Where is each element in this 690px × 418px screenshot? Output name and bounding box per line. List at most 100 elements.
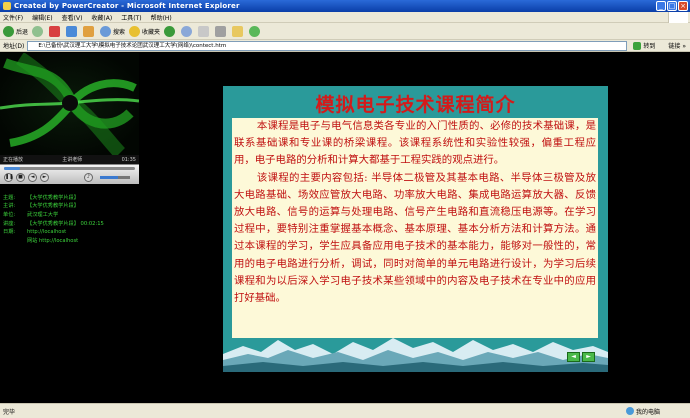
refresh-icon bbox=[66, 25, 78, 37]
menu-favorites[interactable]: 收藏(A) bbox=[91, 13, 112, 22]
slide-paragraph-1: 本课程是电子与电气信息类各专业的入门性质的、必修的技术基础课，是联系基础课和专业… bbox=[234, 120, 596, 167]
mountain-graphic bbox=[223, 338, 608, 372]
seek-bar[interactable] bbox=[4, 167, 135, 170]
address-label: 地址(D) bbox=[3, 43, 25, 50]
left-player-pane: 正在播放 主讲老师 01:35 ❚❚ ■ ◄ ► ♪ 主题: 【大学优秀教学片段… bbox=[0, 53, 139, 403]
back-arrow-icon bbox=[3, 25, 14, 37]
menu-help[interactable]: 帮助(H) bbox=[151, 13, 172, 22]
print-icon bbox=[215, 25, 227, 37]
info-row: 单位: 武汉理工大学 bbox=[3, 210, 137, 219]
refresh-button[interactable] bbox=[66, 25, 79, 37]
info-key: 主讲: bbox=[3, 203, 16, 210]
address-input[interactable]: E:\已备份\武汉理工大学\模拟电子技术论团武汉理工大学(网络)\contect… bbox=[27, 40, 628, 51]
back-label: 后退 bbox=[16, 28, 29, 36]
home-button[interactable] bbox=[83, 25, 96, 37]
window-title: Created by PowerCreator - Microsoft Inte… bbox=[14, 2, 240, 10]
folder-button[interactable] bbox=[232, 25, 245, 37]
window-titlebar: Created by PowerCreator - Microsoft Inte… bbox=[0, 0, 690, 12]
info-link[interactable]: 网站 http://localhost bbox=[27, 237, 78, 244]
minimize-button[interactable]: _ bbox=[656, 1, 666, 11]
stop-button[interactable] bbox=[49, 25, 62, 37]
visualization-graphic bbox=[0, 53, 139, 155]
info-value: 【大学优秀教学片段】 bbox=[27, 203, 79, 210]
volume-slider[interactable] bbox=[100, 176, 130, 179]
messenger-button[interactable] bbox=[249, 25, 262, 37]
stop-player-button[interactable]: ■ bbox=[16, 173, 25, 182]
next-button[interactable]: ► bbox=[40, 173, 49, 182]
maximize-button[interactable]: □ bbox=[667, 1, 677, 11]
go-arrow-icon bbox=[633, 41, 642, 50]
history-button[interactable] bbox=[181, 25, 194, 37]
info-row: 网站 http://localhost bbox=[3, 236, 137, 245]
player-lecturer-text: 主讲老师 bbox=[62, 157, 83, 163]
slide-text-box: 本课程是电子与电气信息类各专业的入门性质的、必修的技术基础课，是联系基础课和专业… bbox=[232, 118, 598, 338]
menu-view[interactable]: 查看(V) bbox=[62, 13, 83, 22]
messenger-icon bbox=[249, 25, 261, 37]
security-zone: 我的电脑 bbox=[625, 407, 660, 416]
history-icon bbox=[181, 25, 193, 37]
go-button[interactable]: 转到 bbox=[633, 41, 655, 50]
forward-button[interactable] bbox=[32, 25, 45, 37]
folder-icon bbox=[232, 25, 244, 37]
home-icon bbox=[83, 25, 95, 37]
status-bar: 完毕 我的电脑 bbox=[0, 403, 690, 418]
info-key: 讲座: bbox=[3, 220, 16, 227]
info-row: 主讲: 【大学优秀教学片段】 bbox=[3, 202, 137, 211]
search-icon bbox=[100, 25, 112, 37]
slide-paragraph-2: 该课程的主要内容包括: 半导体二极管及其基本电路、半导体三极管及放大电路基础、场… bbox=[234, 171, 596, 305]
search-label: 搜索 bbox=[113, 28, 126, 36]
ie-app-icon bbox=[3, 2, 11, 10]
standard-toolbar: 后退 搜索 收藏夹 bbox=[0, 23, 690, 40]
info-value: 武汉理工大学 bbox=[27, 211, 59, 218]
windows-logo-icon bbox=[668, 12, 688, 23]
info-key: 单位: bbox=[3, 211, 16, 218]
info-key: 日期: bbox=[3, 229, 16, 236]
slide-title: 模拟电子技术课程简介 bbox=[315, 94, 516, 116]
back-button[interactable]: 后退 bbox=[3, 25, 29, 37]
menu-tools[interactable]: 工具(T) bbox=[121, 13, 141, 22]
search-button[interactable]: 搜索 bbox=[100, 25, 126, 37]
menu-edit[interactable]: 编辑(E) bbox=[32, 13, 52, 22]
content-pane: 模拟电子技术课程简介 本课程是电子与电气信息类各专业的入门性质的、必修的技术基础… bbox=[139, 53, 690, 403]
info-row: 讲座: 【大学优秀教学片段】 00:02:15 bbox=[3, 219, 137, 228]
stop-icon bbox=[49, 25, 61, 37]
star-icon bbox=[129, 25, 141, 37]
forward-arrow-icon bbox=[32, 25, 44, 37]
info-key: 主题: bbox=[3, 194, 16, 201]
player-status-text: 正在播放 bbox=[3, 157, 24, 163]
info-row: 日期: http://localhost bbox=[3, 227, 137, 236]
media-button[interactable] bbox=[164, 25, 177, 37]
links-button[interactable]: 链接 » bbox=[668, 41, 686, 50]
lecture-info: 主题: 【大学优秀教学片段】 主讲: 【大学优秀教学片段】 单位: 武汉理工大学… bbox=[3, 193, 137, 245]
mail-button[interactable] bbox=[198, 25, 211, 37]
info-value: 【大学优秀教学片段】 00:02:15 bbox=[27, 220, 104, 227]
slide-next-button[interactable]: ► bbox=[582, 352, 595, 362]
menu-bar: 文件(F) 编辑(E) 查看(V) 收藏(A) 工具(T) 帮助(H) bbox=[0, 12, 690, 23]
video-display[interactable] bbox=[0, 53, 139, 155]
volume-level bbox=[100, 176, 118, 179]
player-status-bar: 正在播放 主讲老师 01:35 bbox=[0, 155, 139, 164]
computer-icon bbox=[625, 407, 634, 415]
player-time: 01:35 bbox=[121, 156, 136, 163]
print-button[interactable] bbox=[215, 25, 228, 37]
slide: 模拟电子技术课程简介 本课程是电子与电气信息类各专业的入门性质的、必修的技术基础… bbox=[223, 86, 608, 372]
pause-button[interactable]: ❚❚ bbox=[4, 173, 13, 182]
info-link[interactable]: http://localhost bbox=[27, 229, 66, 235]
media-icon bbox=[164, 25, 176, 37]
prev-button[interactable]: ◄ bbox=[28, 173, 37, 182]
favorites-button[interactable]: 收藏夹 bbox=[129, 25, 161, 37]
seek-progress bbox=[4, 167, 20, 170]
address-bar: 地址(D) E:\已备份\武汉理工大学\模拟电子技术论团武汉理工大学(网络)\c… bbox=[0, 40, 690, 52]
player-controls: ❚❚ ■ ◄ ► ♪ bbox=[0, 164, 139, 184]
favorites-label: 收藏夹 bbox=[142, 28, 161, 36]
close-button[interactable]: × bbox=[678, 1, 688, 11]
status-text: 完毕 bbox=[3, 408, 16, 416]
menu-file[interactable]: 文件(F) bbox=[3, 13, 23, 22]
mail-icon bbox=[198, 25, 210, 37]
go-label: 转到 bbox=[643, 43, 656, 50]
info-row: 主题: 【大学优秀教学片段】 bbox=[3, 193, 137, 202]
slide-prev-button[interactable]: ◄ bbox=[567, 352, 580, 362]
zone-label: 我的电脑 bbox=[635, 408, 660, 416]
mute-icon[interactable]: ♪ bbox=[84, 173, 93, 182]
slide-body: 本课程是电子与电气信息类各专业的入门性质的、必修的技术基础课，是联系基础课和专业… bbox=[234, 118, 596, 307]
